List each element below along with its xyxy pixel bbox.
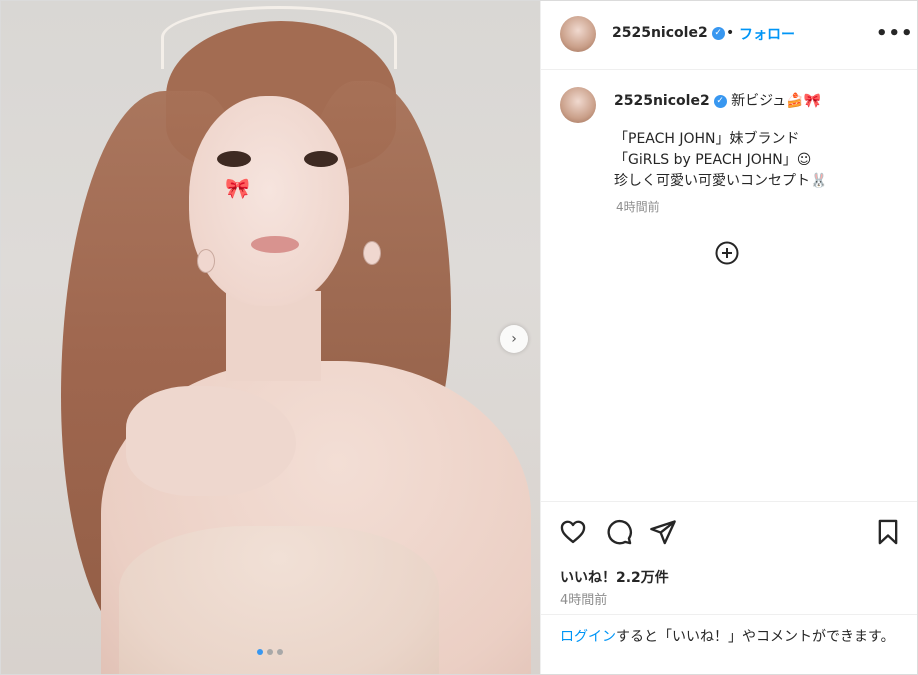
caption-line: 「GiRLS by PEACH JOHN」☺︎ bbox=[614, 152, 812, 168]
chevron-right-icon: › bbox=[511, 331, 517, 347]
caption-header: 2525nicole2 ✓ 新ビジュ🍰🎀 bbox=[614, 90, 821, 110]
username-link[interactable]: 2525nicole2 ✓ bbox=[612, 25, 725, 41]
verified-badge-icon: ✓ bbox=[711, 26, 725, 40]
verified-badge-icon: ✓ bbox=[713, 94, 727, 108]
carousel-indicator bbox=[257, 649, 283, 655]
caption-username[interactable]: 2525nicole2 bbox=[614, 93, 710, 109]
earring-right bbox=[363, 241, 381, 265]
carousel-dot bbox=[277, 649, 283, 655]
hand bbox=[126, 386, 296, 496]
caption-body: 「PEACH JOHN」妹ブランド 「GiRLS by PEACH JOHN」☺… bbox=[614, 129, 827, 192]
eye-left bbox=[217, 151, 251, 167]
bookmark-icon[interactable] bbox=[874, 518, 902, 546]
caption-line: 「PEACH JOHN」妹ブランド bbox=[614, 131, 800, 147]
login-text: ログインすると「いいね！」やコメントができます。 bbox=[560, 627, 900, 647]
likes-count[interactable]: いいね！2.2万件 bbox=[560, 567, 669, 587]
more-options-icon[interactable]: ••• bbox=[876, 23, 914, 44]
pearl-headband bbox=[161, 6, 397, 69]
login-prompt: ログインすると「いいね！」やコメントができます。 bbox=[541, 614, 917, 674]
heart-icon[interactable] bbox=[559, 518, 587, 546]
share-icon[interactable] bbox=[649, 518, 677, 546]
carousel-dot bbox=[257, 649, 263, 655]
login-rest: すると「いいね！」やコメントができます。 bbox=[616, 629, 895, 645]
caption-timestamp: 4時間前 bbox=[616, 200, 660, 214]
follow-button[interactable]: フォロー bbox=[739, 24, 795, 44]
post-timestamp[interactable]: 4時間前 bbox=[560, 589, 607, 608]
comment-icon[interactable] bbox=[605, 518, 633, 546]
eye-right bbox=[304, 151, 338, 167]
avatar[interactable] bbox=[560, 16, 596, 52]
caption-line: 珍しく可愛い可愛いコンセプト🐰 bbox=[614, 173, 828, 189]
caption-first-line: 新ビジュ🍰🎀 bbox=[731, 93, 822, 109]
face bbox=[189, 96, 349, 306]
username[interactable]: 2525nicole2 bbox=[612, 25, 708, 41]
plus-circle-icon[interactable] bbox=[715, 241, 739, 265]
separator-dot: • bbox=[726, 25, 735, 41]
action-bar bbox=[541, 501, 917, 562]
earring-left bbox=[197, 249, 215, 273]
post-header: 2525nicole2 ✓ • フォロー ••• bbox=[541, 1, 917, 70]
post-image: 🎀 › bbox=[1, 1, 540, 674]
bow-icon: 🎀 bbox=[225, 176, 250, 200]
post-sidebar: 2525nicole2 ✓ • フォロー ••• 2525nicole2 ✓ 新ビジ… bbox=[540, 1, 917, 674]
carousel-dot bbox=[267, 649, 273, 655]
caption-avatar[interactable] bbox=[560, 87, 596, 123]
post-frame: 🎀 › 2525nicole2✓ • フォロー ••• 2525nicole2 bbox=[0, 0, 918, 675]
login-link[interactable]: ログイン bbox=[560, 629, 616, 645]
lips bbox=[251, 236, 299, 253]
carousel-next-button[interactable]: › bbox=[500, 325, 528, 353]
